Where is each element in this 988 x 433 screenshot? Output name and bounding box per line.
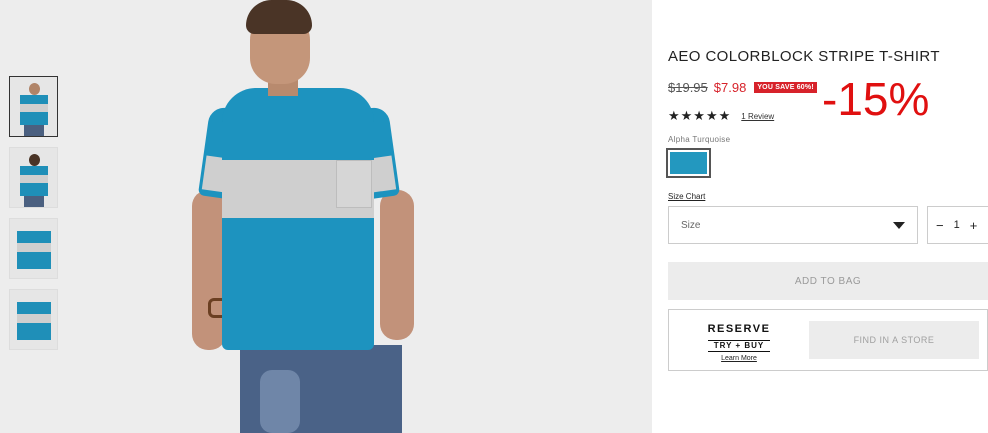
price-row: $19.95 $7.98 YOU SAVE 60%! [668,80,817,95]
thumbnail-stripe [17,243,51,252]
color-swatch[interactable] [666,148,711,178]
rating-row: ★★★★★ 1 Review [668,109,774,124]
reserve-title: RESERVE [707,323,771,335]
star-rating-icon: ★★★★★ [668,109,732,124]
model-right-arm [380,190,414,340]
size-select[interactable]: Size [668,206,918,244]
product-gallery [0,0,652,433]
thumbnail-flat-back[interactable] [9,289,58,350]
thumbnail-stripe [20,104,48,112]
review-link[interactable]: 1 Review [741,112,774,121]
thumbnail-model-head [29,154,40,166]
thumbnail-model-head [29,83,40,95]
size-chart-link[interactable]: Size Chart [668,192,705,201]
quantity-value[interactable]: 1 [954,219,960,231]
thumbnail-jeans [24,196,44,207]
reserve-try-buy-box: RESERVE TRY + BUY Learn More FIND IN A S… [668,309,988,371]
size-select-value: Size [681,219,701,231]
quantity-stepper: − 1 + [927,206,988,244]
add-to-bag-button[interactable]: ADD TO BAG [668,262,988,300]
original-price: $19.95 [668,80,708,95]
thumbnail-list [9,76,59,360]
model-left-arm [192,190,226,350]
thumbnail-front-model[interactable] [9,76,58,137]
thumbnail-stripe [20,175,48,183]
reserve-subtitle: TRY + BUY [707,340,771,352]
thumbnail-back-model[interactable] [9,147,58,208]
learn-more-link[interactable]: Learn More [701,355,777,362]
product-info-panel: AEO COLORBLOCK STRIPE T-SHIRT $19.95 $7.… [652,0,988,433]
quantity-minus-button[interactable]: − [936,218,944,233]
model-hair [246,0,312,34]
product-title: AEO COLORBLOCK STRIPE T-SHIRT [668,48,940,65]
discount-overlay: -15% [822,73,930,125]
quantity-plus-button[interactable]: + [970,218,978,233]
shirt-body [222,88,374,350]
thumbnail-jeans [24,125,44,136]
chevron-down-icon [893,221,905,229]
find-in-store-button[interactable]: FIND IN A STORE [809,321,979,359]
save-badge: YOU SAVE 60%! [754,82,817,93]
sale-price: $7.98 [713,80,747,95]
thumbnail-stripe [17,314,51,323]
jeans-fade [260,370,300,433]
swatch-fill [670,152,707,174]
shirt-pocket [336,160,372,208]
thumbnail-flat-front[interactable] [9,218,58,279]
reserve-logo: RESERVE TRY + BUY Learn More [701,323,777,362]
color-name: Alpha Turquoise [668,135,731,144]
main-product-image[interactable] [180,0,440,433]
